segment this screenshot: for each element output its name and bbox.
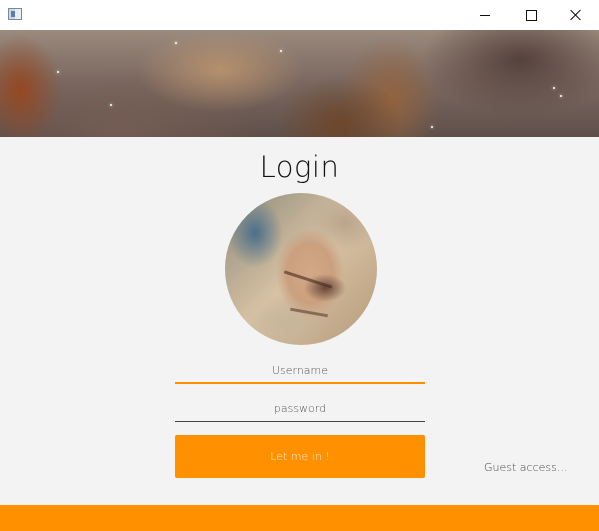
star [110, 104, 112, 106]
star [175, 42, 177, 44]
minimize-icon [480, 14, 490, 16]
banner-image [0, 30, 599, 137]
page-title: Login [259, 150, 340, 184]
login-window: Login Let me in ! Guest access... [0, 0, 599, 531]
title-bar[interactable] [0, 0, 599, 30]
app-icon [8, 8, 22, 20]
maximize-icon [525, 9, 537, 21]
maximize-button[interactable] [508, 0, 554, 30]
guest-access-link[interactable]: Guest access... [484, 461, 567, 474]
star [431, 126, 433, 128]
star [553, 87, 555, 89]
close-icon [570, 9, 582, 21]
star [57, 71, 59, 73]
minimize-button[interactable] [462, 0, 508, 30]
close-button[interactable] [553, 0, 599, 30]
login-button[interactable]: Let me in ! [175, 435, 425, 478]
avatar [225, 193, 377, 345]
footer-bar [0, 505, 599, 531]
password-input[interactable] [175, 396, 425, 422]
star [560, 95, 562, 97]
star [280, 50, 282, 52]
username-input[interactable] [175, 358, 425, 384]
